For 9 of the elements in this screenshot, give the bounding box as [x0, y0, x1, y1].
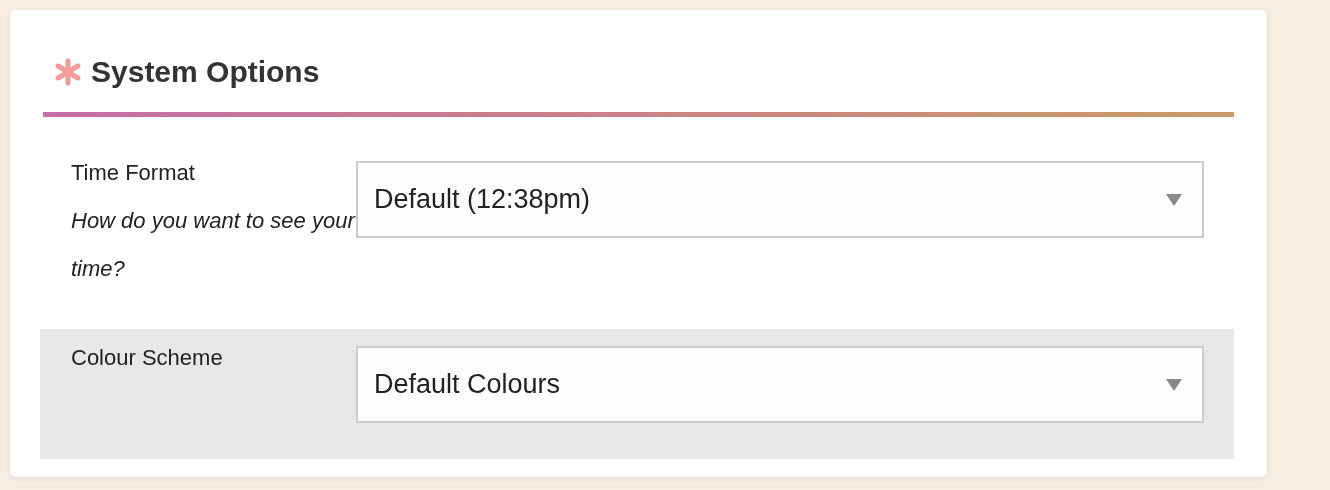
dropdown[interactable]: Default Colours	[356, 346, 1204, 423]
dropdown[interactable]: Default (12:38pm)	[356, 161, 1204, 238]
option-label: Colour Scheme	[71, 344, 224, 372]
panel-title: System Options	[91, 55, 320, 89]
option-hint: How do you want to see your time?	[71, 207, 356, 283]
option-label: Time Format	[71, 159, 196, 187]
asterisk-icon	[53, 57, 83, 87]
caret-icon	[1166, 193, 1182, 206]
caret-icon	[1166, 378, 1182, 391]
